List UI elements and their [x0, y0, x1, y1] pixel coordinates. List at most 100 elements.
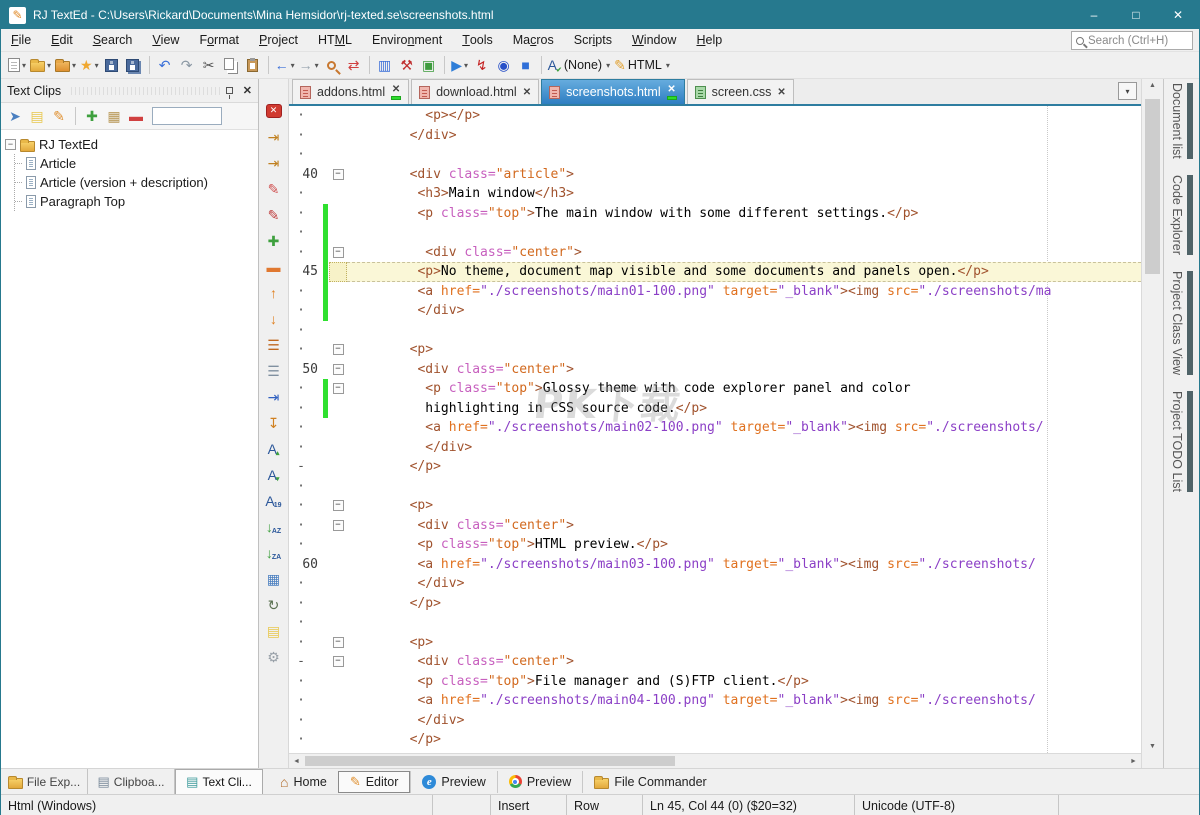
favorites-dropdown-icon[interactable]: ▾ — [95, 61, 99, 70]
code-text[interactable]: </p> — [347, 730, 1141, 750]
close-button[interactable]: ✕ — [1157, 1, 1199, 29]
menu-scripts[interactable]: Scripts — [564, 29, 622, 51]
side-insert-column-button[interactable]: ⇥ — [263, 385, 285, 408]
code-text[interactable]: highlighting in CSS source code.</p> — [347, 399, 1141, 419]
toolbar-stop-button[interactable]: ■ — [515, 54, 537, 77]
tab-download.html[interactable]: download.html✕ — [411, 79, 539, 104]
tab-list-dropdown-button[interactable]: ▾ — [1118, 82, 1137, 100]
menu-format[interactable]: Format — [189, 29, 249, 51]
scroll-up-arrow[interactable]: ▲ — [1142, 82, 1163, 89]
code-text[interactable]: <p> — [347, 633, 1141, 653]
side-goto-line-button[interactable]: ↧ — [263, 411, 285, 434]
fold-collapse-icon[interactable]: − — [333, 500, 344, 511]
code-line-50[interactable]: 50−<div class="center"> — [289, 360, 1141, 380]
code-line-40[interactable]: 40−<div class="article"> — [289, 165, 1141, 185]
menu-help[interactable]: Help — [686, 29, 732, 51]
side-new-note-button[interactable]: ▤ — [263, 619, 285, 642]
search-input[interactable] — [1088, 35, 1188, 47]
code-line-55[interactable]: -</p> — [289, 457, 1141, 477]
toolbar-open-folder-button[interactable]: ▾ — [53, 54, 78, 77]
code-line-67[interactable]: ·<a href="./screenshots/main04-100.png" … — [289, 691, 1141, 711]
menu-environment[interactable]: Environment — [362, 29, 452, 51]
code-text[interactable]: <a href="./screenshots/main04-100.png" t… — [347, 691, 1141, 711]
run-dropdown-icon[interactable]: ▾ — [464, 61, 468, 70]
code-text[interactable]: </p> — [347, 594, 1141, 614]
view-tab-preview[interactable]: Preview — [497, 771, 582, 793]
side-sort-descending-button[interactable]: ↓ZA — [263, 541, 285, 564]
tab-addons.html[interactable]: addons.html✕ — [292, 79, 409, 104]
code-line-39[interactable]: · — [289, 145, 1141, 165]
tab-close-icon[interactable]: ✕ — [667, 85, 675, 94]
code-text[interactable]: <p class="top">Glossy theme with code ex… — [347, 379, 1141, 399]
toolbar-tools-button[interactable]: ⚒ — [396, 54, 418, 77]
tab-close-icon[interactable]: ✕ — [392, 85, 400, 94]
code-text[interactable] — [347, 613, 1141, 633]
code-text[interactable]: <div class="center"> — [347, 243, 1141, 263]
side-add-bookmark-button[interactable]: ✎ — [263, 177, 285, 200]
tab-screen.css[interactable]: screen.css✕ — [687, 79, 794, 104]
toolbar-redo-button[interactable]: ↷ — [176, 54, 198, 77]
spellcheck-dropdown-icon[interactable]: ▾ — [606, 61, 610, 70]
fold-collapse-icon[interactable]: − — [333, 364, 344, 375]
side-prev-anchor-button[interactable]: ⇥ — [263, 151, 285, 174]
side-close-tag-button[interactable]: ✕ — [263, 99, 285, 122]
code-text[interactable]: <p>No theme, document map visible and so… — [347, 262, 1141, 282]
code-text[interactable]: </p> — [347, 457, 1141, 477]
toolbar-open-file-button[interactable]: ▾ — [28, 54, 53, 77]
scroll-right-arrow[interactable]: ► — [1126, 758, 1141, 765]
clips-new-clip-file-button[interactable]: ▤ — [27, 106, 47, 127]
code-line-43[interactable]: · — [289, 223, 1141, 243]
tree-item-paragraph-top[interactable]: Paragraph Top — [15, 192, 254, 211]
toolbar-new-file-button[interactable]: ▾ — [6, 54, 28, 77]
menu-html[interactable]: HTML — [308, 29, 362, 51]
side-join-lines-button[interactable]: ☰ — [263, 359, 285, 382]
clips-edit-clip-button[interactable]: ▦ — [104, 106, 124, 127]
side-insert-line-button[interactable]: ✚ — [263, 229, 285, 252]
code-text[interactable]: </div> — [347, 126, 1141, 146]
code-line-48[interactable]: · — [289, 321, 1141, 341]
code-text[interactable] — [347, 477, 1141, 497]
highlighter-dropdown-icon[interactable]: ▾ — [666, 61, 670, 70]
rail-tab-project-todo-list[interactable]: Project TODO List — [1170, 391, 1193, 492]
code-line-53[interactable]: ·<a href="./screenshots/main02-100.png" … — [289, 418, 1141, 438]
rail-tab-project-class-view[interactable]: Project Class View — [1170, 271, 1193, 375]
code-editor[interactable]: PK下载 ·<p></p>·</div>·40−<div class="arti… — [289, 106, 1141, 753]
code-line-59[interactable]: ·<p class="top">HTML preview.</p> — [289, 535, 1141, 555]
panel-tab-file-exp-[interactable]: File Exp... — [1, 769, 88, 794]
scroll-down-arrow[interactable]: ▼ — [1142, 743, 1163, 750]
panel-drag-area[interactable] — [71, 87, 222, 95]
code-text[interactable]: <p> — [347, 340, 1141, 360]
code-text[interactable]: <a href="./screenshots/main03-100.png" t… — [347, 555, 1141, 575]
code-text[interactable]: <p class="top">The main window with some… — [347, 204, 1141, 224]
code-text[interactable]: <p class="top">File manager and (S)FTP c… — [347, 672, 1141, 692]
code-text[interactable]: <div class="center"> — [347, 360, 1141, 380]
menu-view[interactable]: View — [142, 29, 189, 51]
toolbar-record-macro-button[interactable]: ◉ — [493, 54, 515, 77]
toolbar-search-button[interactable] — [321, 54, 343, 77]
new-file-dropdown-icon[interactable]: ▾ — [22, 61, 26, 70]
code-text[interactable]: <p></p> — [347, 106, 1141, 126]
open-file-dropdown-icon[interactable]: ▾ — [47, 61, 51, 70]
fold-collapse-icon[interactable]: − — [333, 169, 344, 180]
clips-edit-clip-file-button[interactable]: ✎ — [49, 106, 69, 127]
tree-item-article[interactable]: Article — [15, 154, 254, 173]
toolbar-paste-button[interactable] — [242, 54, 264, 77]
menu-search[interactable]: Search — [83, 29, 143, 51]
toolbar-cut-button[interactable]: ✂ — [198, 54, 220, 77]
side-insert-datetime-button[interactable]: ▦ — [263, 567, 285, 590]
code-line-62[interactable]: ·</p> — [289, 594, 1141, 614]
tab-close-icon[interactable]: ✕ — [777, 88, 785, 97]
menu-file[interactable]: File — [1, 29, 41, 51]
fold-collapse-icon[interactable]: − — [333, 344, 344, 355]
forward-dropdown-icon[interactable]: ▾ — [315, 61, 319, 70]
code-text[interactable]: </div> — [347, 301, 1141, 321]
toolbar-run-macro-button[interactable]: ↯ — [471, 54, 493, 77]
code-line-60[interactable]: 60<a href="./screenshots/main03-100.png"… — [289, 555, 1141, 575]
side-lowercase-button[interactable]: A▾ — [263, 463, 285, 486]
menu-window[interactable]: Window — [622, 29, 686, 51]
code-text[interactable]: <p class="top">HTML preview.</p> — [347, 535, 1141, 555]
side-move-line-down-button[interactable]: ↓ — [263, 307, 285, 330]
code-line-68[interactable]: ·</div> — [289, 711, 1141, 731]
tree-root-rj-texted[interactable]: −RJ TextEd — [5, 135, 254, 154]
toolbar-replace-button[interactable]: ⇄ — [343, 54, 365, 77]
